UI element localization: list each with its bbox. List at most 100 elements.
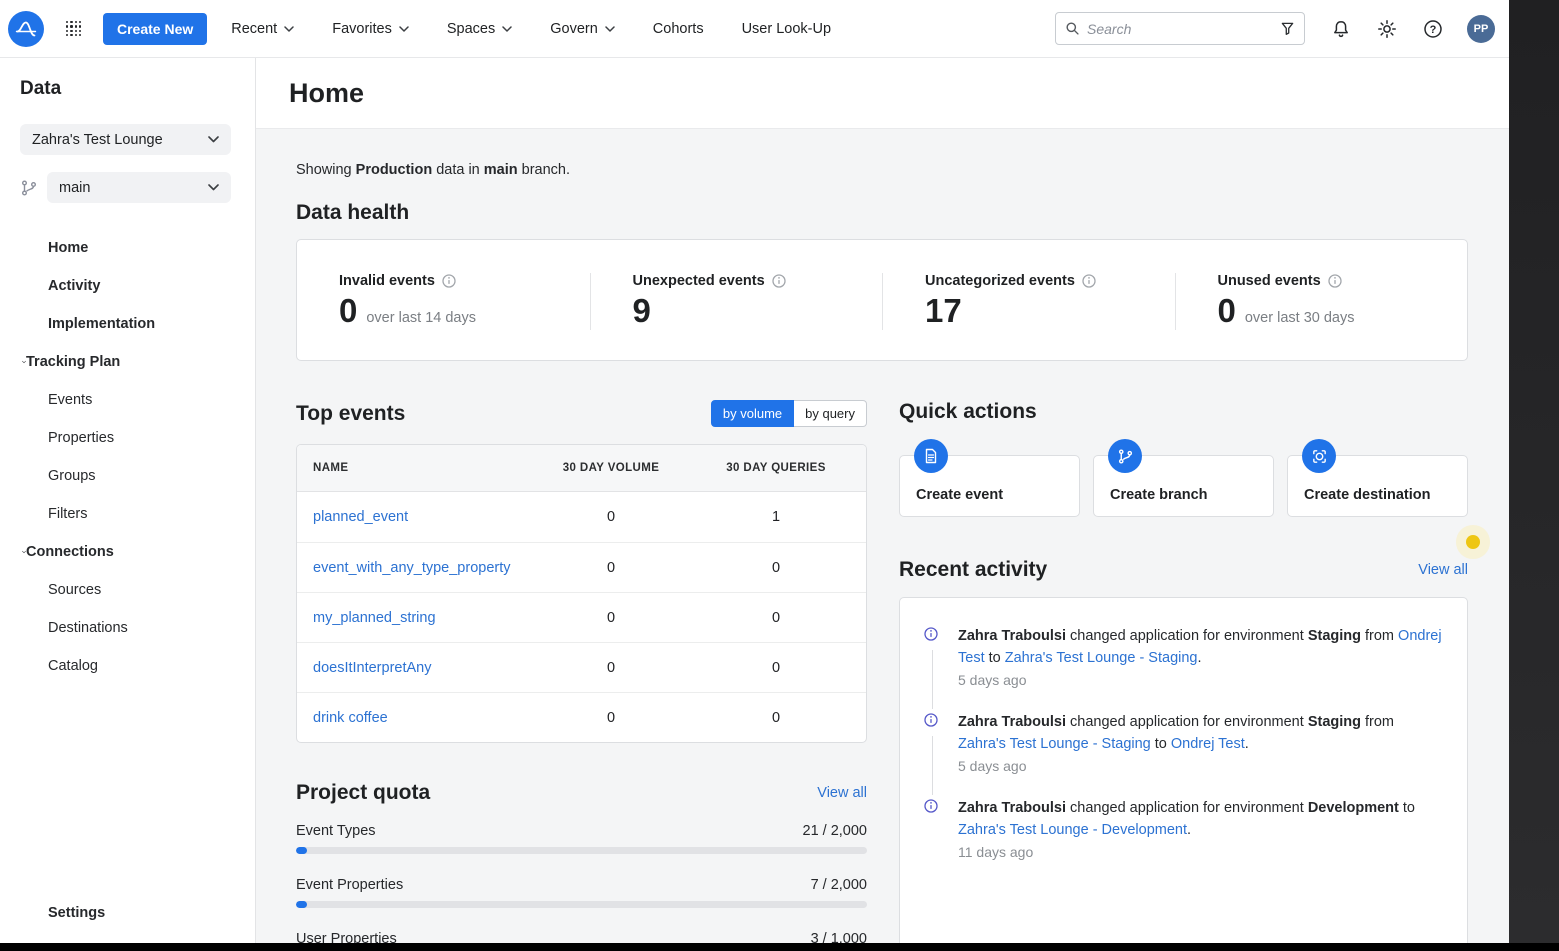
create-new-button[interactable]: Create New [103,12,208,45]
project-quota-title: Project quota [296,781,431,804]
activity-link[interactable]: Ondrej Test [1171,736,1245,752]
quota-progress-fill [296,901,307,908]
event-name-link[interactable]: planned_event [313,509,536,525]
quick-action-create-event[interactable]: Create event [899,439,1080,517]
nav-item-favorites[interactable]: Favorites [332,21,409,37]
branch-context-note: Showing Production data in main branch. [296,162,1468,178]
sidebar-item-destinations[interactable]: Destinations [0,609,255,647]
nav-item-cohorts[interactable]: Cohorts [653,21,704,37]
filter-funnel-icon[interactable] [1280,21,1295,36]
search-box[interactable] [1055,12,1305,45]
column-header-30-day-volume[interactable]: 30 DAY VOLUME [536,462,686,474]
recent-activity-card: Zahra Traboulsi changed application for … [899,597,1468,943]
branch-icon [1108,439,1142,473]
sidebar-item-label: Implementation [48,316,156,332]
quick-action-label: Create destination [1304,487,1431,503]
column-header-name[interactable]: NAME [313,462,536,474]
branch-selector[interactable]: main [47,172,231,203]
sidebar-item-label: Groups [48,468,96,484]
metric-label: Unexpected events [633,273,883,289]
event-name-link[interactable]: event_with_any_type_property [313,560,536,576]
info-icon[interactable] [772,274,786,288]
toggle-by-volume[interactable]: by volume [710,400,795,427]
sidebar-item-events[interactable]: Events [0,381,255,419]
branch-icon [20,179,38,197]
table-row: planned_event 0 1 [297,492,866,542]
sidebar-item-label: Properties [48,430,115,446]
sidebar-item-home[interactable]: Home [0,229,255,267]
sidebar-item-label: Home [48,240,89,256]
activity-link[interactable]: Zahra's Test Lounge - Development [958,822,1187,838]
metric-suffix: over last 30 days [1244,310,1355,326]
nav-item-label: Favorites [332,20,392,37]
nav-item-user-look-up[interactable]: User Look-Up [742,21,831,37]
sidebar-item-catalog[interactable]: Catalog [0,647,255,685]
apps-grid-icon[interactable] [66,21,81,36]
cell-30-day-queries: 0 [771,659,781,676]
activity-link[interactable]: Zahra's Test Lounge - Staging [1005,650,1198,666]
activity-text: Zahra Traboulsi changed application for … [958,711,1443,755]
nav-item-label: Recent [231,20,278,37]
quick-action-label: Create branch [1110,487,1208,503]
activity-item: Zahra Traboulsi changed application for … [924,797,1443,883]
notifications-bell-icon[interactable] [1331,19,1351,39]
activity-view-all-link[interactable]: View all [1418,562,1468,578]
document-icon [914,439,948,473]
bold-text: Development [1307,800,1399,816]
quota-value: 3 / 1,000 [810,931,867,943]
destination-icon [1302,439,1336,473]
text-segment: from [1360,628,1399,644]
event-name-link[interactable]: doesItInterpretAny [313,660,536,676]
nav-item-govern[interactable]: Govern [550,21,615,37]
text-segment: branch. [517,162,571,178]
sidebar-item-tracking-plan[interactable]: Tracking Plan [0,343,255,381]
sidebar-item-filters[interactable]: Filters [0,495,255,533]
chevron-down-icon [208,136,219,143]
project-selector-value: Zahra's Test Lounge [32,131,163,148]
activity-link[interactable]: Zahra's Test Lounge - Staging [958,736,1151,752]
nav-item-spaces[interactable]: Spaces [447,21,512,37]
nav-item-label: Spaces [446,20,496,37]
project-selector[interactable]: Zahra's Test Lounge [20,124,231,155]
amplitude-logo-icon[interactable] [8,10,44,47]
quota-progress-bar [296,901,867,908]
nav-item-recent[interactable]: Recent [231,21,294,37]
toggle-by-query[interactable]: by query [794,400,867,427]
quota-progress-bar [296,847,867,854]
search-input[interactable] [1087,20,1280,37]
info-icon[interactable] [1328,274,1342,288]
info-icon[interactable] [1082,274,1096,288]
sidebar-item-properties[interactable]: Properties [0,419,255,457]
sidebar-item-groups[interactable]: Groups [0,457,255,495]
help-icon[interactable]: ? [1423,19,1443,39]
user-avatar[interactable]: PP [1467,14,1495,43]
page-title: Home [289,77,365,108]
column-header-30-day-queries[interactable]: 30 DAY QUERIES [686,462,866,474]
quick-action-create-branch[interactable]: Create branch [1093,439,1274,517]
settings-gear-icon[interactable] [1377,19,1397,39]
quota-items: Event Types 21 / 2,000 Event Properties 7 /… [296,823,867,943]
table-header-row: NAME 30 DAY VOLUME 30 DAY QUERIES [297,445,866,492]
quota-label: User Properties [296,931,397,943]
bold-text: Zahra Traboulsi [958,800,1066,816]
sidebar-item-activity[interactable]: Activity [0,267,255,305]
sidebar-item-settings[interactable]: Settings [48,905,105,921]
event-name-link[interactable]: drink coffee [313,710,536,726]
sidebar-item-implementation[interactable]: Implementation [0,305,255,343]
data-health-title: Data health [296,201,410,224]
event-name-link[interactable]: my_planned_string [313,610,536,626]
sidebar-item-connections[interactable]: Connections [0,533,255,571]
info-icon[interactable] [442,274,456,288]
metric-label: Uncategorized events [925,273,1175,289]
sidebar-item-sources[interactable]: Sources [0,571,255,609]
sidebar-item-label: Filters [48,506,88,522]
top-nav-menu: Recent Favorites Spaces Govern Cohorts User L… [231,21,831,37]
metric-unexpected-events: Unexpected events 9 [589,273,883,330]
quick-action-create-destination[interactable]: Create destination [1287,439,1468,517]
quota-view-all-link[interactable]: View all [817,785,867,801]
activity-text: Zahra Traboulsi changed application for … [958,625,1443,669]
sidebar-nav: Home Activity Implementation Tracking Plan E… [0,229,255,685]
chevron-down-icon [502,25,512,32]
right-column: Quick actions Create event Create branch C… [899,400,1480,943]
sidebar-item-label: Tracking Plan [26,354,121,370]
